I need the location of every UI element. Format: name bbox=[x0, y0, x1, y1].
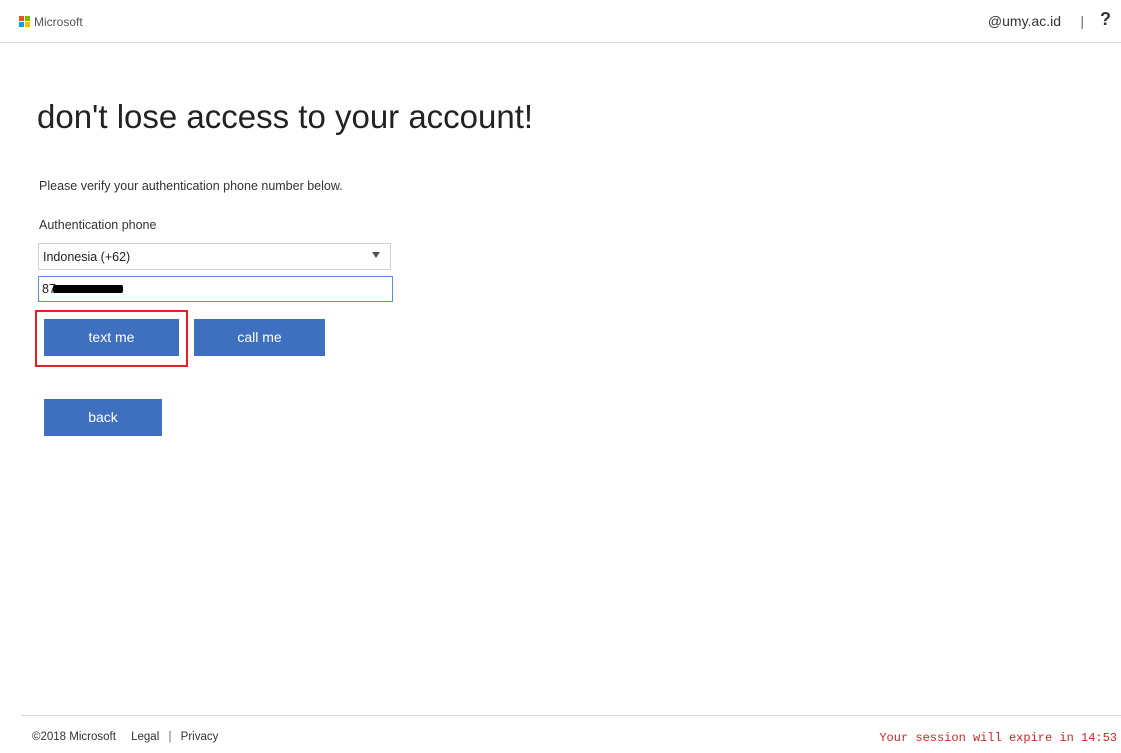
country-select-value: Indonesia (+62) bbox=[43, 250, 131, 264]
text-me-button[interactable]: text me bbox=[44, 319, 179, 356]
legal-link[interactable]: Legal bbox=[131, 731, 159, 743]
header: Microsoft @umy.ac.id | ? bbox=[0, 0, 1121, 43]
account-name: @umy.ac.id bbox=[987, 13, 1061, 29]
brand-name: Microsoft bbox=[34, 15, 83, 29]
call-me-button[interactable]: call me bbox=[194, 319, 325, 356]
phone-number-input[interactable]: 87 bbox=[38, 276, 393, 302]
footer-separator: | bbox=[168, 731, 172, 743]
footer: ©2018 Microsoft Legal | Privacy Your ses… bbox=[21, 715, 1121, 753]
session-timer: Your session will expire in 14:53 bbox=[879, 731, 1117, 745]
country-select[interactable]: Indonesia (+62) bbox=[38, 243, 391, 270]
privacy-link[interactable]: Privacy bbox=[181, 731, 219, 743]
page: Microsoft @umy.ac.id | ? don't lose acce… bbox=[0, 0, 1121, 753]
copyright-text: ©2018 Microsoft bbox=[32, 731, 116, 743]
instruction-text: Please verify your authentication phone … bbox=[39, 179, 343, 193]
back-button[interactable]: back bbox=[44, 399, 162, 436]
page-title: don't lose access to your account! bbox=[37, 98, 534, 135]
header-separator: | bbox=[1080, 13, 1084, 29]
footer-links: ©2018 Microsoft Legal | Privacy bbox=[32, 731, 218, 743]
chevron-down-icon bbox=[372, 252, 380, 258]
microsoft-logo-icon bbox=[19, 16, 31, 28]
redaction-mark bbox=[53, 285, 123, 293]
help-icon[interactable]: ? bbox=[1100, 9, 1111, 30]
microsoft-logo: Microsoft bbox=[19, 15, 83, 29]
authentication-phone-label: Authentication phone bbox=[39, 218, 157, 232]
